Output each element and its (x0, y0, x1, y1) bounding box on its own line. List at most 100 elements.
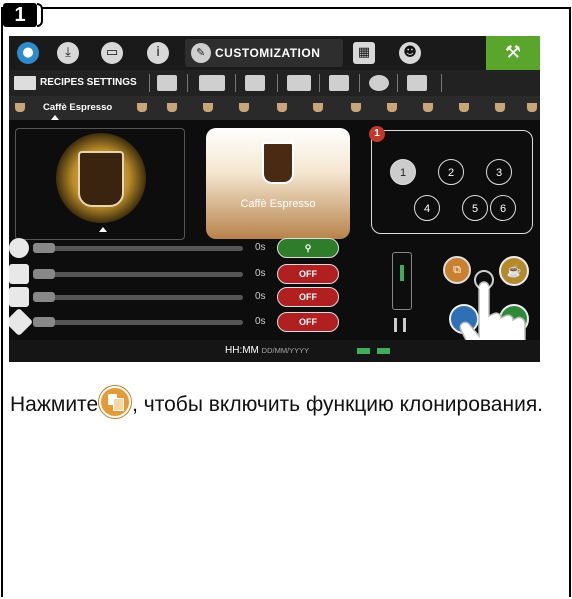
wrench-icon[interactable]: ⚒ (486, 36, 540, 70)
divider (187, 74, 188, 92)
milk-temperature-icon (9, 287, 29, 307)
slot-3[interactable]: 3 (486, 159, 512, 185)
chocolate-icon (9, 307, 34, 337)
cup-icon[interactable] (459, 103, 469, 112)
slot-2[interactable]: 2 (438, 159, 464, 185)
cup-icon[interactable] (495, 103, 505, 112)
param-toggle[interactable]: OFF (277, 287, 339, 307)
step-number: 1 (3, 3, 37, 27)
cup-icon[interactable] (137, 103, 147, 112)
param-row: 0s OFF (9, 263, 349, 285)
recipe-bar: Caffè Espresso (9, 96, 540, 120)
user-icon[interactable]: ☻ (399, 42, 421, 64)
steam-icon (9, 238, 29, 258)
cup-icon[interactable] (15, 103, 25, 112)
recipe-selected[interactable]: Caffè Espresso (29, 100, 112, 116)
vertical-slider[interactable] (392, 252, 412, 310)
book-icon (14, 76, 36, 90)
tab-customization[interactable]: ✎ CUSTOMIZATION (185, 39, 343, 67)
date-label: DD/MM/YYYY (261, 346, 310, 355)
book-open-icon[interactable] (157, 75, 177, 91)
step-badge-tab (37, 3, 43, 27)
recipes-settings-tab[interactable]: RECIPES SETTINGS (14, 75, 137, 91)
slot-4[interactable]: 4 (414, 195, 440, 221)
status-indicators-icon (357, 348, 401, 354)
cup-icon[interactable] (387, 103, 397, 112)
slot-1[interactable]: 1 (390, 159, 416, 185)
cup-icon[interactable] (167, 103, 177, 112)
cup-icon[interactable] (351, 103, 361, 112)
recipe-card-label: Caffè Espresso (240, 198, 316, 210)
selected-caret-icon (51, 115, 59, 120)
wifi-icon[interactable] (407, 75, 427, 91)
slot-selector: 1 1 2 3 4 5 6 (369, 126, 533, 234)
speaker-icon[interactable] (287, 75, 311, 91)
recipe-preview (15, 128, 185, 240)
divider (441, 74, 442, 92)
milk-temperature-icon (9, 264, 29, 284)
cup-icon[interactable] (527, 103, 537, 112)
slot-badge: 1 (369, 126, 385, 142)
clone-icon (99, 386, 132, 418)
pencil-icon: ✎ (191, 43, 211, 63)
param-slider[interactable] (33, 295, 243, 300)
image-icon[interactable] (199, 75, 225, 91)
settings-bar: RECIPES SETTINGS (9, 70, 540, 96)
param-row: 0s OFF (9, 307, 349, 337)
param-toggle[interactable]: OFF (277, 264, 339, 284)
param-slider-knob[interactable] (33, 269, 55, 279)
datetime-display: HH:MM DD/MM/YYYY (225, 344, 309, 358)
cup-icon[interactable] (423, 103, 433, 112)
param-toggle[interactable]: ⚲ (277, 238, 339, 258)
espresso-cup-icon (78, 151, 124, 207)
monitor-icon[interactable]: ▭ (101, 42, 123, 64)
param-value: 0s (255, 316, 266, 327)
divider (397, 74, 398, 92)
water-drop-icon[interactable]: ● (17, 42, 39, 64)
param-value: 0s (255, 268, 266, 279)
param-value: 0s (255, 291, 266, 302)
param-toggle[interactable]: OFF (277, 312, 339, 332)
param-slider[interactable] (33, 320, 243, 325)
param-slider-knob[interactable] (33, 317, 55, 327)
divider (149, 74, 150, 92)
download-icon[interactable]: ⤓ (57, 42, 79, 64)
divider (277, 74, 278, 92)
cup-icon[interactable] (313, 103, 323, 112)
slot-6[interactable]: 6 (490, 195, 516, 221)
recipes-settings-label: RECIPES SETTINGS (40, 77, 137, 88)
vertical-slider-fill (400, 265, 404, 281)
info-icon[interactable]: i (147, 42, 169, 64)
cup-icon[interactable] (239, 103, 249, 112)
param-slider-knob[interactable] (33, 292, 55, 302)
bottle-icon[interactable] (329, 75, 349, 91)
screen-icon[interactable] (245, 75, 265, 91)
divider (235, 74, 236, 92)
time-label: HH:MM (225, 345, 259, 356)
param-row: 0s OFF (9, 286, 349, 308)
top-bar: ● ⤓ ▭ i ✎ CUSTOMIZATION ▦ ☻ ⚒ (9, 36, 540, 70)
cup-icon[interactable] (277, 103, 287, 112)
slot-5[interactable]: 5 (462, 195, 488, 221)
pin-icon: ⚲ (304, 243, 312, 253)
palette-icon[interactable] (369, 75, 389, 91)
tab-customization-label: CUSTOMIZATION (215, 46, 321, 60)
param-row: 0s ⚲ (9, 237, 349, 259)
instruction-suffix: , чтобы включить функцию клонирования. (132, 393, 544, 416)
divider (319, 74, 320, 92)
divider (359, 74, 360, 92)
param-slider[interactable] (33, 272, 243, 277)
keyboard-icon[interactable]: ▦ (353, 42, 375, 64)
cup-icon[interactable] (203, 103, 213, 112)
espresso-cup-icon (262, 142, 294, 184)
instruction-text: Нажмите , чтобы включить функцию клониров… (10, 386, 560, 418)
param-slider[interactable] (33, 246, 243, 251)
recipe-card[interactable]: Caffè Espresso (206, 128, 350, 239)
instruction-prefix: Нажмите (10, 393, 99, 416)
param-slider-knob[interactable] (33, 243, 55, 253)
caret-up-icon (99, 227, 107, 232)
recipe-selected-label: Caffè Espresso (43, 102, 113, 113)
machine-screen: ● ⤓ ▭ i ✎ CUSTOMIZATION ▦ ☻ ⚒ RECIPES SE… (9, 36, 540, 362)
param-value: 0s (255, 242, 266, 253)
pause-icon[interactable] (394, 318, 406, 332)
